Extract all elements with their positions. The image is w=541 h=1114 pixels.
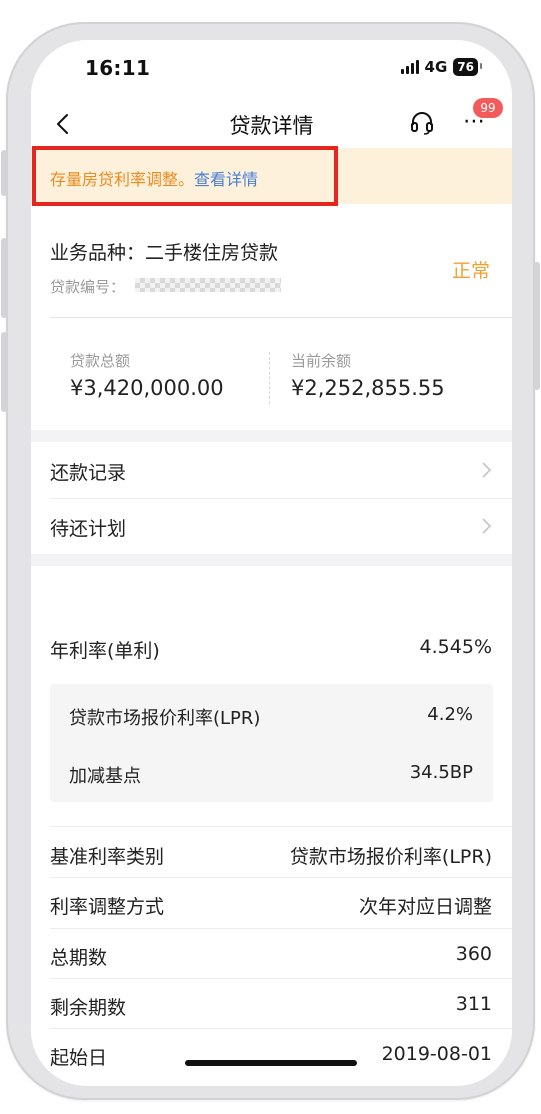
- lpr-label: 贷款市场报价利率(LPR): [69, 708, 261, 729]
- loan-status: 正常: [452, 260, 491, 282]
- divider: [50, 978, 512, 979]
- divider: [50, 317, 512, 318]
- basis-points-label: 加减基点: [69, 766, 141, 787]
- detail-label: 基准利率类别: [50, 846, 165, 868]
- divider: [50, 1028, 512, 1029]
- mute-switch: [1, 150, 7, 196]
- navigation-bar: 贷款详情 ⋯ 99: [31, 98, 512, 148]
- total-amount-value: ¥3,420,000.00: [70, 376, 224, 400]
- total-amount-label: 贷款总额: [70, 352, 131, 370]
- divider: [50, 877, 512, 878]
- volume-down-button: [1, 332, 7, 412]
- detail-value: 360: [455, 943, 492, 965]
- loan-number-masked: [135, 278, 281, 292]
- annual-rate-label: 年利率(单利): [50, 640, 160, 662]
- highlight-annotation: [32, 146, 338, 206]
- power-button: [534, 262, 540, 390]
- repayment-record-item[interactable]: 还款记录: [31, 442, 512, 499]
- status-indicators: 4G 76: [400, 58, 482, 76]
- lpr-value: 4.2%: [427, 704, 473, 725]
- loan-menu: 还款记录 待还计划: [31, 442, 512, 554]
- basis-points-value: 34.5BP: [409, 762, 473, 783]
- notification-badge: 99: [473, 98, 503, 118]
- detail-label: 起始日: [50, 1047, 108, 1069]
- rate-details-card: 年利率(单利) 4.545% 贷款市场报价利率(LPR) 4.2% 加减基点 3…: [31, 566, 512, 1086]
- repayment-plan-item[interactable]: 待还计划: [31, 498, 512, 554]
- detail-label: 总期数: [50, 947, 108, 969]
- loan-summary-card: 业务品种：二手楼住房贷款 贷款编号： 正常 贷款总额 ¥3,420,000.00…: [31, 204, 512, 430]
- page-title: 贷款详情: [229, 114, 314, 138]
- headset-icon[interactable]: [409, 110, 435, 136]
- detail-value: 311: [455, 993, 492, 1015]
- detail-label: 剩余期数: [50, 997, 127, 1019]
- loan-number-label: 贷款编号：: [50, 278, 126, 296]
- status-bar: 16:11 4G 76: [31, 40, 512, 100]
- signal-icon: [400, 60, 419, 74]
- product-type: 业务品种：二手楼住房贷款: [50, 238, 278, 265]
- balance-label: 当前余额: [291, 352, 352, 370]
- status-time: 16:11: [85, 56, 151, 80]
- divider: [50, 826, 512, 827]
- divider: [50, 928, 512, 929]
- chevron-right-icon: [482, 462, 492, 478]
- detail-label: 利率调整方式: [50, 896, 165, 918]
- menu-item-label: 还款记录: [50, 462, 127, 484]
- home-indicator[interactable]: [185, 1060, 357, 1066]
- detail-value: 2019-08-01: [381, 1043, 492, 1065]
- battery-icon: 76: [453, 58, 482, 76]
- divider: [269, 352, 270, 404]
- volume-up-button: [1, 238, 7, 318]
- product-label: 业务品种：: [50, 242, 146, 264]
- chevron-right-icon: [482, 518, 492, 534]
- detail-value: 次年对应日调整: [358, 896, 492, 918]
- menu-item-label: 待还计划: [50, 518, 127, 540]
- balance-value: ¥2,252,855.55: [291, 376, 445, 400]
- detail-value: 贷款市场报价利率(LPR): [289, 846, 492, 868]
- annual-rate-value: 4.545%: [419, 636, 492, 658]
- network-type: 4G: [424, 58, 448, 76]
- rate-breakdown: 贷款市场报价利率(LPR) 4.2% 加减基点 34.5BP: [50, 684, 493, 802]
- product-value: 二手楼住房贷款: [145, 242, 279, 264]
